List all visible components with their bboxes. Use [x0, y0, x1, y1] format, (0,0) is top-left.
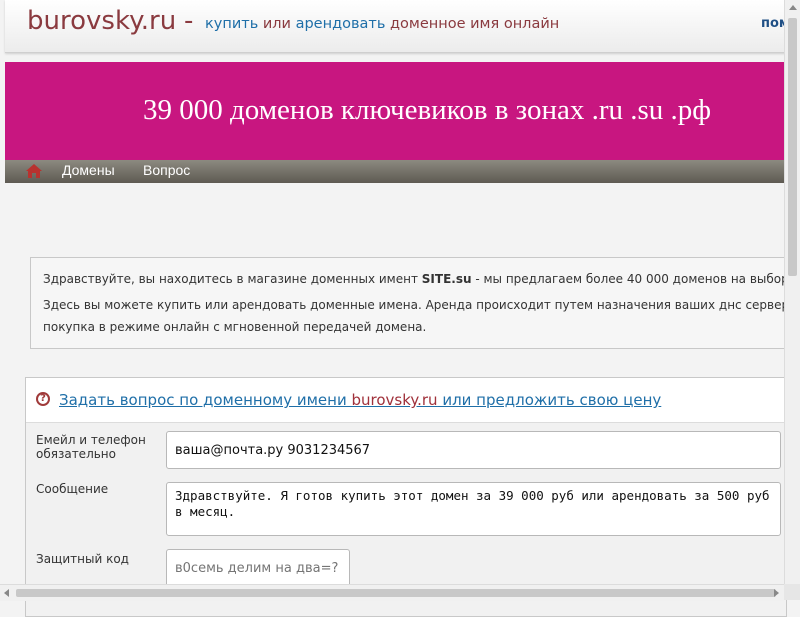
contact-label-line-1: Емейл и телефон: [36, 433, 146, 447]
buy-link[interactable]: купить: [205, 16, 258, 32]
main-nav: Домены Вопрос: [5, 160, 785, 183]
contact-label-line-2: обязательно: [36, 447, 116, 461]
scroll-right-icon[interactable]: [774, 589, 779, 597]
nav-item-question[interactable]: Вопрос: [143, 162, 190, 178]
ask-question-link[interactable]: Задать вопрос по доменному имени burovsk…: [59, 391, 661, 409]
message-textarea[interactable]: Здравствуйте. Я готов купить этот домен …: [166, 482, 781, 536]
captcha-label: Защитный код: [36, 552, 129, 566]
form-header: ? Задать вопрос по доменному имени burov…: [26, 378, 786, 423]
horizontal-scrollbar[interactable]: [0, 584, 784, 601]
ask-suffix: или предложить свою цену: [437, 391, 662, 409]
question-circle-icon: ?: [36, 392, 50, 406]
site-title[interactable]: burovsky.ru: [27, 6, 176, 36]
ask-prefix: Задать вопрос по доменному имени: [59, 391, 352, 409]
rent-link[interactable]: арендовать: [296, 16, 386, 32]
info-brand: SITE.su: [421, 272, 472, 286]
info-line-3: покупка в режиме онлайн с мгновенной пер…: [43, 320, 427, 334]
nav-item-domains[interactable]: Домены: [62, 162, 115, 178]
info-box: Здравствуйте, вы находитесь в магазине д…: [30, 257, 800, 349]
top-header: burovsky.ru - купить или арендовать доме…: [5, 0, 800, 53]
question-form: ? Задать вопрос по доменному имени burov…: [25, 377, 787, 617]
scroll-up-icon[interactable]: [789, 5, 797, 10]
info-line-2: Здесь вы можете купить или арендовать до…: [43, 298, 800, 312]
contact-input[interactable]: [166, 431, 781, 469]
banner-text: 39 000 доменов ключевиков в зонах .ru .s…: [143, 94, 712, 126]
ask-domain: burovsky.ru: [351, 391, 438, 409]
tagline-rest: доменное имя онлайн: [390, 16, 560, 32]
info-line-1: Здравствуйте, вы находитесь в магазине д…: [43, 272, 794, 286]
info-line-1-suffix: - мы предлагаем более 40 000 доменов на …: [471, 272, 794, 286]
scrollbar-corner: [784, 584, 800, 600]
home-icon[interactable]: [25, 163, 43, 179]
vertical-scroll-thumb[interactable]: [788, 18, 797, 276]
horizontal-scroll-thumb[interactable]: [16, 589, 776, 597]
promo-banner: 39 000 доменов ключевиков в зонах .ru .s…: [5, 62, 785, 160]
contact-label: Емейл и телефон обязательно: [36, 433, 146, 461]
info-line-1-prefix: Здравствуйте, вы находитесь в магазине д…: [43, 272, 422, 286]
message-label: Сообщение: [36, 482, 109, 496]
tagline-or: или: [262, 16, 291, 32]
captcha-input[interactable]: [166, 549, 350, 587]
scroll-left-icon[interactable]: [4, 589, 9, 597]
title-separator: -: [184, 6, 194, 36]
vertical-scrollbar[interactable]: [784, 0, 800, 584]
tagline: купить или арендовать доменное имя онлай…: [205, 16, 559, 32]
